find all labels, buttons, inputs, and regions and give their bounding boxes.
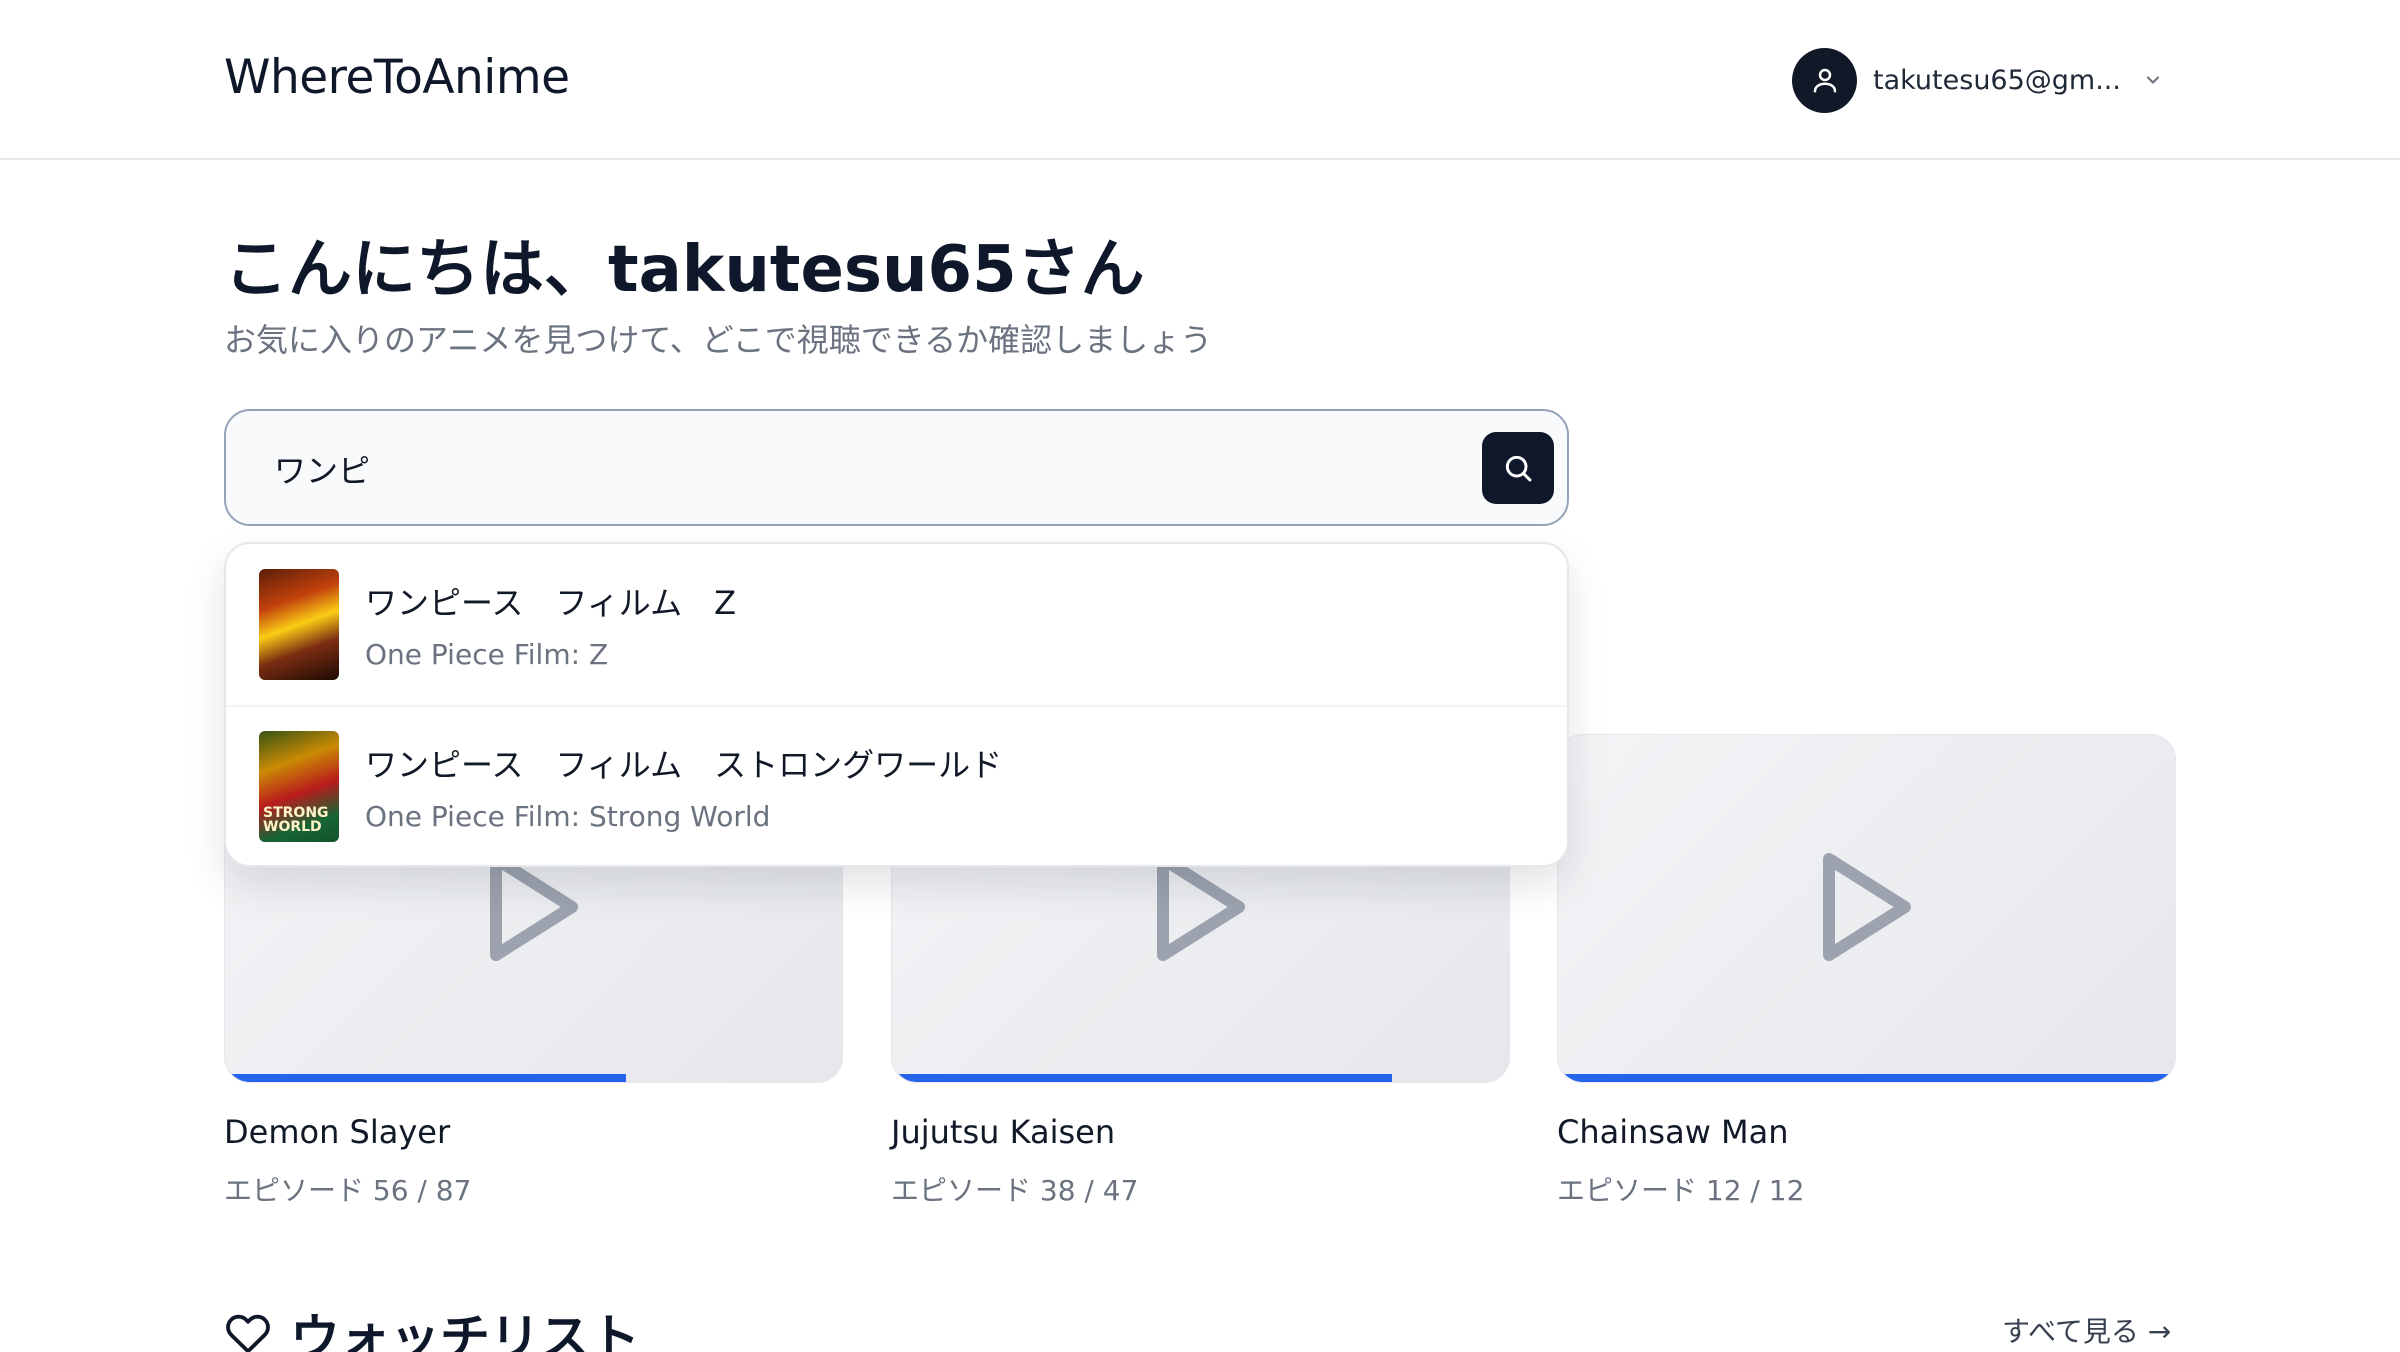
progress-fill <box>225 1074 627 1082</box>
suggestion-title-ja[interactable]: ワンピース フィルム Z <box>365 578 736 624</box>
anime-thumbnail[interactable] <box>1557 734 2176 1083</box>
anime-poster[interactable] <box>259 569 339 680</box>
see-all-link[interactable]: すべて見る → <box>2002 1310 2171 1350</box>
play-icon <box>1823 853 1911 961</box>
app-header: WhereToAnime takutesu65@gm... <box>0 0 2400 160</box>
progress-bar <box>225 1074 842 1082</box>
user-email[interactable]: takutesu65@gm... <box>1873 65 2121 96</box>
anime-poster[interactable]: STRONG WORLD <box>259 731 339 842</box>
page-subtitle: お気に入りのアニメを見つけて、どこで視聴できるか確認しましょう <box>224 321 1213 359</box>
episode-count: エピソード 38 / 47 <box>891 1174 1139 1207</box>
episode-count: エピソード 12 / 12 <box>1557 1174 1805 1207</box>
suggestion-item[interactable]: STRONG WORLD ワンピース フィルム ストロングワールド One Pi… <box>226 705 1567 865</box>
progress-bar <box>892 1074 1509 1082</box>
suggestion-title-en[interactable]: One Piece Film: Strong World <box>365 800 1002 833</box>
progress-bar <box>1558 1074 2175 1082</box>
app-logo[interactable]: WhereToAnime <box>224 50 570 105</box>
watchlist-header: ウォッチリスト <box>224 1298 640 1352</box>
progress-fill <box>1558 1074 2175 1082</box>
search-button[interactable] <box>1482 432 1554 504</box>
search-suggestions: ワンピース フィルム Z One Piece Film: Z STRONG WO… <box>224 542 1569 867</box>
progress-fill <box>892 1074 1392 1082</box>
anime-title[interactable]: Jujutsu Kaisen <box>891 1113 1510 1151</box>
user-icon[interactable] <box>1792 47 1857 113</box>
anime-title[interactable]: Chainsaw Man <box>1557 1113 2176 1151</box>
page-title: こんにちは、takutesu65さん <box>224 233 1145 307</box>
watchlist-title: ウォッチリスト <box>290 1309 640 1352</box>
suggestion-title-en[interactable]: One Piece Film: Z <box>365 638 736 671</box>
episode-count: エピソード 56 / 87 <box>224 1174 472 1207</box>
search-icon <box>1505 455 1532 482</box>
heart-icon <box>226 1314 270 1352</box>
search-bar <box>224 409 1569 526</box>
chevron-down-icon[interactable] <box>2143 70 2163 90</box>
anime-title[interactable]: Demon Slayer <box>224 1113 843 1151</box>
poster-text: STRONG WORLD <box>263 805 329 835</box>
suggestion-title-ja[interactable]: ワンピース フィルム ストロングワールド <box>365 740 1002 786</box>
search-input[interactable] <box>274 441 1374 497</box>
suggestion-item[interactable]: ワンピース フィルム Z One Piece Film: Z <box>226 544 1567 705</box>
anime-card[interactable]: Chainsaw Man エピソード 12 / 12 <box>1557 734 2176 1209</box>
user-menu[interactable]: takutesu65@gm... <box>1792 47 2163 113</box>
